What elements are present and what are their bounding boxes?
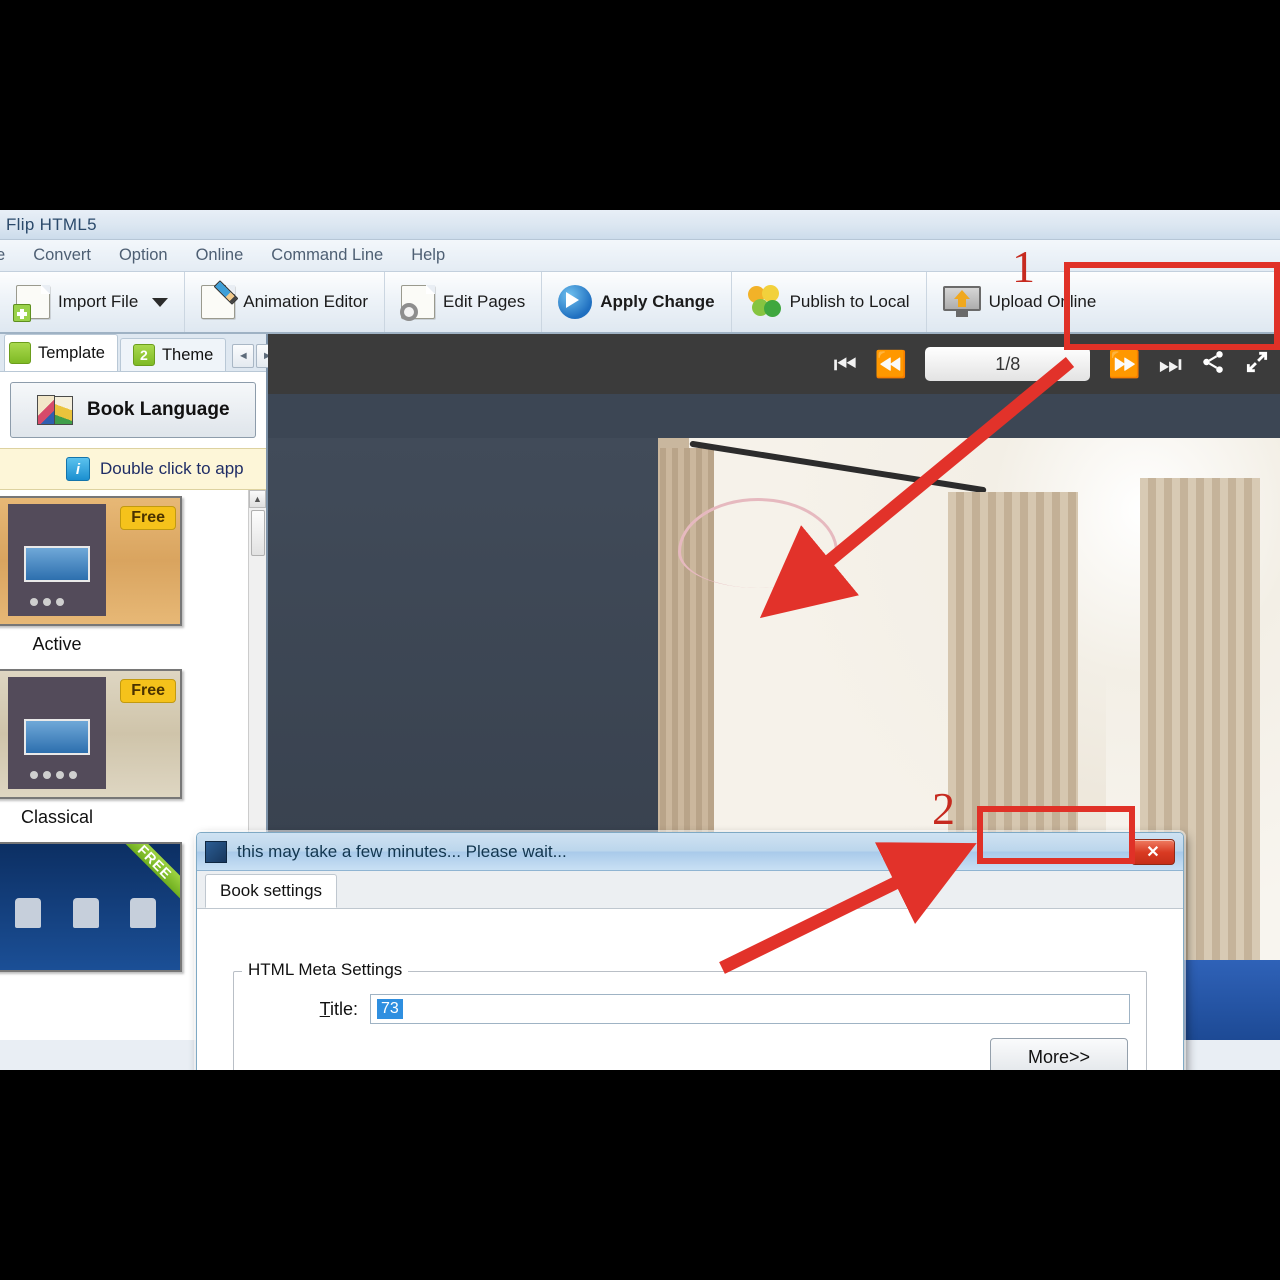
page-indicator[interactable]: 1/8 xyxy=(925,347,1091,381)
window-title-bar: Flip HTML5 xyxy=(0,210,1280,240)
info-icon: i xyxy=(66,457,90,481)
import-file-button[interactable]: Import File xyxy=(0,272,186,332)
book-language-bar: Book Language xyxy=(0,372,266,448)
list-item[interactable]: FREE xyxy=(0,842,182,972)
last-page-button[interactable]: ⏭ xyxy=(1159,351,1182,377)
title-input[interactable]: 73 xyxy=(370,994,1130,1024)
menu-item-file[interactable]: e xyxy=(0,243,19,268)
title-field-label: Title: xyxy=(319,998,358,1019)
tab-book-settings[interactable]: Book settings xyxy=(205,874,338,908)
next-page-button[interactable]: ⏩ xyxy=(1108,351,1140,377)
book-flags-icon xyxy=(37,395,73,425)
menu-item-command-line[interactable]: Command Line xyxy=(257,243,397,268)
double-click-hint-bar: i Double click to app xyxy=(0,448,266,490)
publish-flower-icon xyxy=(747,285,782,319)
menu-item-option[interactable]: Option xyxy=(105,243,182,268)
more-button[interactable]: More>> xyxy=(990,1038,1128,1070)
title-field-row: Title: 73 xyxy=(250,994,1130,1024)
group-legend: HTML Meta Settings xyxy=(242,960,409,980)
close-icon[interactable]: ✕ xyxy=(1131,838,1175,865)
refresh-arrow-icon xyxy=(558,285,593,319)
chevron-down-icon[interactable] xyxy=(152,297,169,307)
template-name-classical: Classical xyxy=(20,807,94,827)
book-language-label: Book Language xyxy=(87,399,230,420)
apply-change-label: Apply Change xyxy=(600,292,715,311)
window-title: Flip HTML5 xyxy=(6,214,97,234)
share-icon[interactable] xyxy=(1200,349,1226,379)
template-thumbnail-classical[interactable]: Free xyxy=(0,669,182,799)
annotation-step-1: 1 xyxy=(1012,241,1035,292)
menu-item-online[interactable]: Online xyxy=(182,243,258,268)
animation-editor-label: Animation Editor xyxy=(243,292,369,311)
annotation-step-2: 2 xyxy=(932,783,955,834)
apply-change-button[interactable]: Apply Change xyxy=(542,272,732,332)
tab-template[interactable]: Template xyxy=(4,334,118,371)
tab-scroll-left-icon[interactable]: ◄ xyxy=(232,344,255,368)
book-settings-dialog: this may take a few minutes... Please wa… xyxy=(196,832,1184,1070)
highlight-upload-online xyxy=(1064,262,1280,350)
highlight-more-button xyxy=(977,806,1135,864)
animation-editor-button[interactable]: Animation Editor xyxy=(185,272,386,332)
dialog-body: Book settings HTML Meta Settings Title: … xyxy=(197,871,1183,1070)
tab-theme[interactable]: 2 Theme xyxy=(119,338,227,371)
publish-to-local-button[interactable]: Publish to Local xyxy=(732,272,927,332)
dialog-tab-strip: Book settings xyxy=(197,871,1183,909)
menu-item-convert[interactable]: Convert xyxy=(19,243,105,268)
template-name-active: Active xyxy=(32,634,82,654)
template-thumbnail-third[interactable]: FREE xyxy=(0,842,182,972)
tab-theme-label: Theme xyxy=(161,345,214,364)
html-meta-settings-group: HTML Meta Settings Title: 73 More>> xyxy=(233,960,1147,1070)
import-file-label: Import File xyxy=(58,292,139,311)
app-icon xyxy=(205,840,227,863)
scroll-up-icon[interactable]: ▲ xyxy=(249,490,266,508)
upload-monitor-icon xyxy=(942,286,981,318)
fullscreen-icon[interactable] xyxy=(1244,349,1270,379)
list-item[interactable]: Free Classical xyxy=(0,669,182,828)
menu-item-help[interactable]: Help xyxy=(397,243,459,268)
book-language-button[interactable]: Book Language xyxy=(10,382,256,438)
title-input-value: 73 xyxy=(377,999,403,1019)
document-plus-icon xyxy=(13,285,50,322)
gear-document-icon xyxy=(400,285,436,321)
scrollbar-thumb[interactable] xyxy=(251,510,265,556)
template-badge-icon xyxy=(9,342,31,364)
panel-tab-row: Template 2 Theme ◄ ► xyxy=(0,334,279,372)
free-badge: Free xyxy=(120,506,176,530)
pencil-document-icon xyxy=(201,280,239,319)
tab-template-label: Template xyxy=(38,343,105,362)
more-button-wrap: More>> xyxy=(990,1038,1128,1070)
template-thumbnail-active[interactable]: Free xyxy=(0,496,182,626)
double-click-hint-label: Double click to app xyxy=(100,459,244,478)
previous-page-button[interactable]: ⏪ xyxy=(875,351,907,377)
edit-pages-button[interactable]: Edit Pages xyxy=(385,272,543,332)
edit-pages-label: Edit Pages xyxy=(443,292,526,311)
first-page-button[interactable]: ⏮ xyxy=(833,351,856,377)
free-badge: Free xyxy=(120,679,176,703)
list-item[interactable]: Free Active xyxy=(0,496,182,655)
screenshot-stage: Flip HTML5 e Convert Option Online Comma… xyxy=(0,0,1280,1280)
theme-badge: 2 xyxy=(132,344,155,366)
publish-to-local-label: Publish to Local xyxy=(789,292,910,311)
